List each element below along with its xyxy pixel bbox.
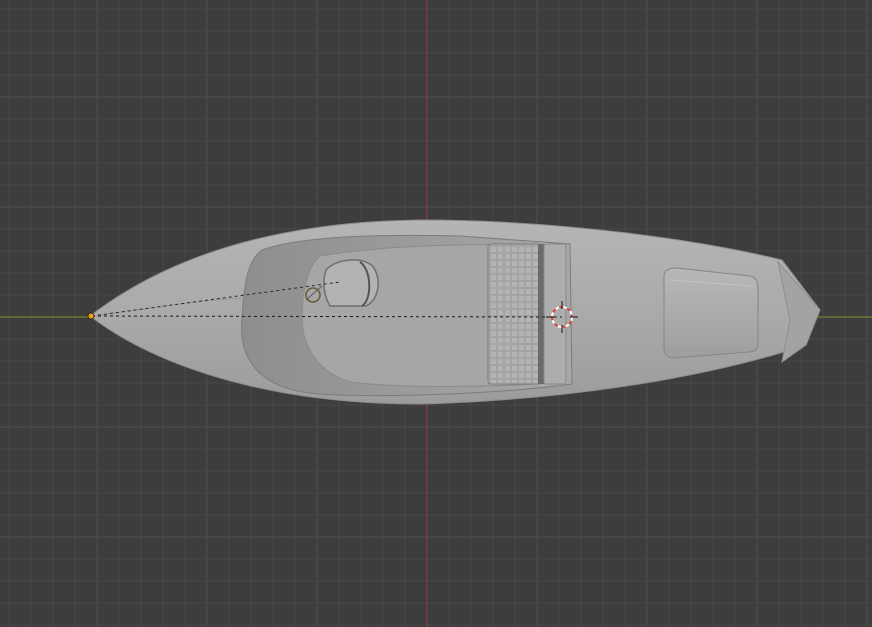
viewport-canvas[interactable] — [0, 0, 872, 627]
bench-seat[interactable] — [487, 243, 567, 385]
3d-viewport[interactable]: Top Orthographic boat hull — [0, 0, 872, 627]
boat-mesh[interactable] — [89, 219, 821, 405]
engine-hatch[interactable] — [663, 267, 759, 359]
origin-dot-icon[interactable] — [87, 312, 95, 320]
